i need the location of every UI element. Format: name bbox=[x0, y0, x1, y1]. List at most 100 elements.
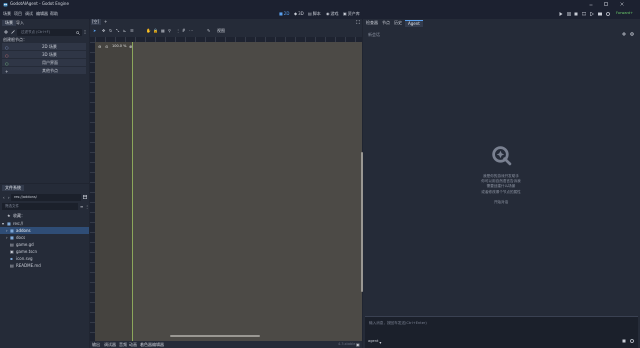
root-option-other-node[interactable]: + 其他节点 bbox=[2, 67, 86, 74]
root-option-user-interface[interactable]: ○ 用户界面 bbox=[2, 59, 86, 66]
workspace-script-button[interactable]: ▤ 脚本 bbox=[308, 11, 321, 16]
filesystem-options-icon[interactable]: ⋮ bbox=[85, 204, 89, 209]
close-window-icon[interactable] bbox=[620, 2, 624, 6]
zoom-reset-icon[interactable]: ⊙ bbox=[105, 44, 108, 49]
rotate-tool-icon[interactable]: ↻ bbox=[109, 28, 112, 33]
menu-debug[interactable]: 调试 bbox=[25, 12, 33, 16]
maximize-icon[interactable] bbox=[604, 2, 608, 6]
empty-line: 或者修改哪个节点的属性 bbox=[481, 189, 521, 194]
assetlib-icon: ▣ bbox=[343, 11, 347, 16]
tree-row-icon-svg[interactable]: ▪ icon.svg bbox=[0, 255, 89, 262]
minimize-icon[interactable] bbox=[589, 2, 593, 6]
grid-snap-icon[interactable]: # bbox=[182, 28, 185, 33]
stop-icon[interactable] bbox=[574, 12, 578, 16]
horizontal-scrollbar[interactable] bbox=[170, 335, 260, 337]
root-option-2d-scene[interactable]: ○ 2D 场景 bbox=[2, 43, 86, 50]
tree-row-favorites[interactable]: ★ 收藏： bbox=[0, 212, 89, 219]
tree-row-readme[interactable]: ▤ README.md bbox=[0, 262, 89, 269]
canvas-viewport[interactable]: ⊖ ⊙ 100.0 % ⊕ bbox=[95, 42, 363, 341]
tab-node[interactable]: 节点 bbox=[382, 21, 390, 25]
layout-icon[interactable]: ▣ bbox=[356, 342, 360, 347]
tab-import[interactable]: 导入 bbox=[16, 21, 24, 25]
new-session-icon[interactable] bbox=[622, 32, 626, 36]
add-icon: + bbox=[5, 68, 9, 74]
settings-icon[interactable] bbox=[606, 12, 610, 16]
scene-tab[interactable]: [空] bbox=[91, 19, 101, 25]
tab-shader-editor[interactable]: 着色器编辑器 bbox=[140, 342, 164, 347]
path-field[interactable]: res://addons/ bbox=[11, 194, 81, 201]
tree-row-game-gd[interactable]: ▤ game.gd bbox=[0, 241, 89, 248]
node-filter-input[interactable]: 过滤节点 (Ctrl+F) bbox=[17, 29, 82, 36]
tab-output[interactable]: 输出 bbox=[92, 342, 100, 347]
forward-icon[interactable]: › bbox=[8, 195, 10, 200]
version-label[interactable]: 4.3.stable bbox=[338, 342, 355, 347]
movie-icon[interactable] bbox=[598, 12, 602, 16]
pause-icon[interactable] bbox=[567, 12, 571, 16]
tab-agent[interactable]: Agent bbox=[405, 20, 423, 27]
chevron-right-icon: › bbox=[6, 228, 8, 233]
menu-scene[interactable]: 场景 bbox=[3, 12, 11, 16]
mode-select[interactable]: agent ▾ bbox=[368, 339, 381, 345]
attachment-icon[interactable] bbox=[622, 339, 626, 343]
zoom-out-icon[interactable]: ⊖ bbox=[98, 44, 101, 49]
renderer-select[interactable]: Forward+ bbox=[616, 11, 633, 16]
play-icon[interactable] bbox=[559, 12, 563, 16]
node3d-icon: ○ bbox=[5, 52, 9, 58]
view-menu[interactable]: 视图 bbox=[217, 29, 225, 33]
workspace-3d-button[interactable]: ◆ 3D bbox=[294, 11, 304, 16]
create-root-label: 创建根节点： bbox=[3, 37, 27, 42]
send-icon[interactable] bbox=[630, 339, 634, 343]
zoom-level[interactable]: 100.0 % bbox=[112, 44, 126, 49]
options-icon[interactable] bbox=[84, 30, 86, 34]
select-tool-icon[interactable]: ➤ bbox=[93, 28, 96, 33]
smart-snap-icon[interactable]: ⋯ bbox=[189, 28, 193, 33]
center-panel: [空] + ➤ ✥ ↻ ⤡ ⊾ ☰ ✋ 🔒 ▦ ⚲ ⋮ # ⋯ ✎ 视图 ⊖ ⊙… bbox=[90, 19, 363, 348]
viewport-sidebar-edge bbox=[95, 42, 132, 341]
scale-tool-icon[interactable]: ⤡ bbox=[116, 28, 119, 33]
list-select-icon[interactable]: ☰ bbox=[130, 28, 134, 33]
file-filter-input[interactable]: 筛选文件 bbox=[2, 203, 78, 210]
bottom-panel-bar: 输出 调试器 音频 动画 着色器编辑器 4.3.stable ▣ bbox=[90, 341, 362, 348]
back-icon[interactable]: ‹ bbox=[3, 195, 5, 200]
wrench-icon[interactable]: ✎ bbox=[207, 28, 210, 33]
workspace-game-button[interactable]: ◉ 游戏 bbox=[326, 11, 339, 16]
tree-row-addons[interactable]: › ■ addons bbox=[0, 227, 89, 234]
tree-row-game-tscn[interactable]: ▣ game.tscn bbox=[0, 248, 89, 255]
ruler-tool-icon[interactable]: ⊾ bbox=[123, 28, 126, 33]
lock-icon[interactable]: 🔒 bbox=[153, 28, 158, 33]
agent-settings-icon[interactable] bbox=[630, 32, 634, 36]
add-node-icon[interactable] bbox=[4, 30, 8, 34]
bone-icon[interactable]: ⚲ bbox=[168, 28, 171, 33]
menu-project[interactable]: 项目 bbox=[14, 12, 22, 16]
menu-editor[interactable]: 编辑器 bbox=[36, 12, 48, 16]
pan-tool-icon[interactable]: ✋ bbox=[146, 28, 151, 33]
scene-file-icon: ▣ bbox=[10, 249, 14, 254]
sort-icon[interactable]: ≡ bbox=[80, 204, 83, 209]
tab-audio[interactable]: 音频 bbox=[119, 342, 127, 347]
tab-filesystem[interactable]: 文件系统 bbox=[2, 185, 24, 191]
link-icon[interactable] bbox=[11, 30, 15, 34]
distraction-free-icon[interactable] bbox=[356, 20, 360, 24]
tree-row-docs[interactable]: › ■ docs bbox=[0, 234, 89, 241]
tab-history[interactable]: 历史 bbox=[394, 21, 402, 25]
3d-icon: ◆ bbox=[294, 11, 298, 16]
add-scene-tab-button[interactable]: + bbox=[104, 20, 107, 24]
tab-animation[interactable]: 动画 bbox=[129, 342, 137, 347]
chat-input[interactable]: 输入消息，按回车发送(Ctrl+Enter) agent ▾ bbox=[365, 316, 638, 348]
menu-help[interactable]: 帮助 bbox=[50, 12, 58, 16]
split-view-icon[interactable] bbox=[83, 195, 87, 199]
snap-icon[interactable]: ⋮ bbox=[176, 28, 180, 33]
workspace-assetlib-button[interactable]: ▣ 资产库 bbox=[343, 11, 360, 16]
play-scene-icon[interactable] bbox=[590, 12, 594, 16]
tab-debugger[interactable]: 调试器 bbox=[104, 342, 116, 347]
tree-row-res[interactable]: ▾ ■ res:// bbox=[0, 220, 89, 227]
root-option-3d-scene[interactable]: ○ 3D 场景 bbox=[2, 51, 86, 58]
remote-debug-icon[interactable] bbox=[582, 12, 586, 16]
tab-inspector[interactable]: 检查器 bbox=[366, 21, 378, 25]
zoom-in-icon[interactable]: ⊕ bbox=[129, 44, 132, 49]
move-tool-icon[interactable]: ✥ bbox=[102, 28, 105, 33]
group-icon[interactable]: ▦ bbox=[161, 28, 165, 33]
workspace-2d-button[interactable]: ■ 2D bbox=[279, 11, 289, 16]
control-icon: ○ bbox=[5, 60, 9, 66]
tab-scene[interactable]: 场景 bbox=[2, 20, 16, 26]
